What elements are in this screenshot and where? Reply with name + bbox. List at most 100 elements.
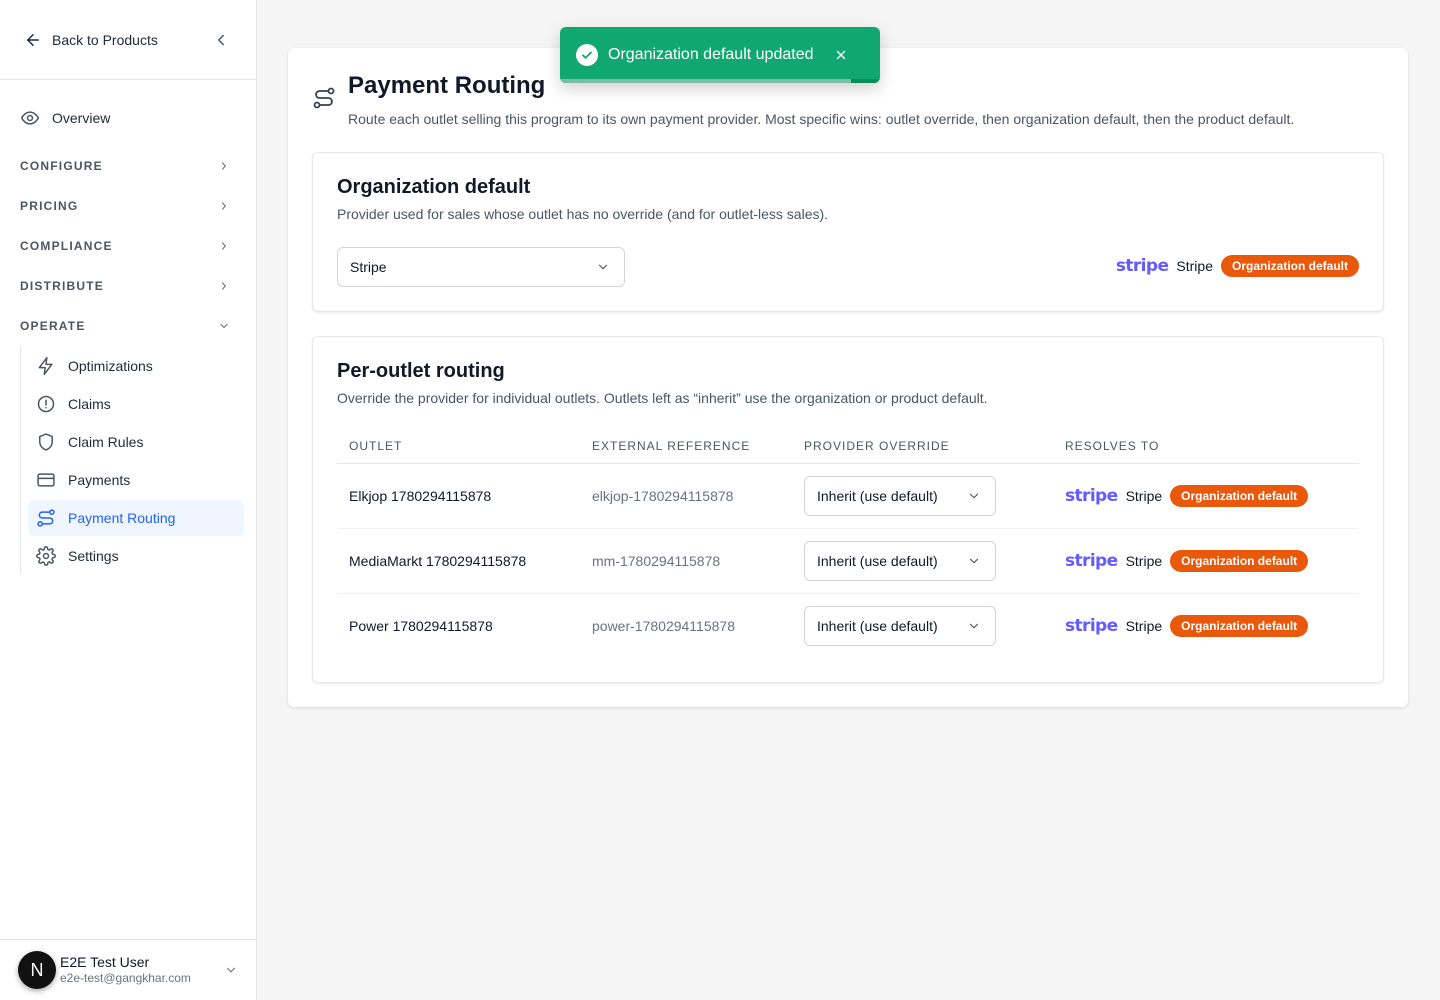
section-label: CONFIGURE xyxy=(20,159,103,173)
lightning-icon xyxy=(38,356,53,376)
sidebar-item-label: Payment Routing xyxy=(68,510,176,526)
section-distribute[interactable]: DISTRIBUTE xyxy=(0,266,256,306)
sidebar-item-settings[interactable]: Settings xyxy=(28,538,244,574)
select-value: Inherit (use default) xyxy=(817,552,938,569)
page-description: Route each outlet selling this program t… xyxy=(348,111,1295,127)
table-header-row: OUTLET EXTERNAL REFERENCE PROVIDER OVERR… xyxy=(337,429,1359,464)
section-configure[interactable]: CONFIGURE xyxy=(0,146,256,186)
shield-icon xyxy=(39,433,53,451)
sidebar-item-label: Optimizations xyxy=(68,358,153,374)
chevron-down-icon xyxy=(220,323,228,329)
user-info: E2E Test User e2e-test@gangkhar.com xyxy=(60,953,191,987)
close-icon[interactable] xyxy=(834,48,848,62)
stripe-logo: stripe xyxy=(1065,550,1118,571)
resolved-provider: stripe Stripe Organization default xyxy=(1065,614,1347,637)
section-pricing[interactable]: PRICING xyxy=(0,186,256,226)
back-to-products-link[interactable]: Back to Products xyxy=(24,31,158,49)
check-circle-icon xyxy=(576,44,598,66)
chevron-down-icon[interactable] xyxy=(224,963,238,977)
section-compliance[interactable]: COMPLIANCE xyxy=(0,226,256,266)
route-icon xyxy=(37,509,55,527)
toast-progress-bar xyxy=(560,79,852,83)
section-label: DISTRIBUTE xyxy=(20,279,104,293)
per-outlet-description: Override the provider for individual out… xyxy=(337,390,988,406)
credit-card-icon xyxy=(37,473,55,487)
provider-name: Stripe xyxy=(1125,552,1163,569)
sidebar-item-overview[interactable]: Overview xyxy=(0,100,256,136)
sidebar-item-payment-routing[interactable]: Payment Routing xyxy=(28,500,244,536)
column-header-outlet: OUTLET xyxy=(337,429,580,464)
gear-icon xyxy=(36,546,56,566)
outlet-routing-table: OUTLET EXTERNAL REFERENCE PROVIDER OVERR… xyxy=(337,429,1359,658)
section-label: OPERATE xyxy=(20,319,86,333)
page-title: Payment Routing xyxy=(348,72,546,99)
status-badge: Organization default xyxy=(1170,549,1309,572)
override-cell: Inherit (use default) xyxy=(792,593,1053,658)
section-label: COMPLIANCE xyxy=(20,239,113,253)
sidebar-item-label: Payments xyxy=(68,472,131,488)
provider-override-select[interactable]: Inherit (use default) xyxy=(804,605,996,646)
per-outlet-title: Per-outlet routing xyxy=(337,360,505,382)
sidebar-item-label: Claim Rules xyxy=(68,434,144,450)
sidebar-item-claim-rules[interactable]: Claim Rules xyxy=(28,424,244,460)
outlet-name: Power 1780294115878 xyxy=(349,617,493,634)
section-label: PRICING xyxy=(20,199,79,213)
external-reference: power-1780294115878 xyxy=(592,617,735,634)
organization-default-card: Organization default Provider used for s… xyxy=(312,152,1384,312)
provider-name: Stripe xyxy=(1176,258,1213,274)
override-cell: Inherit (use default) xyxy=(792,528,1053,594)
resolved-provider: stripe Stripe Organization default xyxy=(1065,484,1347,507)
chevron-right-icon xyxy=(221,162,227,170)
per-outlet-routing-card: Per-outlet routing Override the provider… xyxy=(312,336,1384,683)
back-to-products-label: Back to Products xyxy=(52,31,158,48)
collapse-sidebar-chevron-left-icon[interactable] xyxy=(212,31,230,49)
sidebar-item-label: Overview xyxy=(52,110,111,126)
stripe-logo: stripe xyxy=(1115,256,1169,276)
resolves-to-cell: stripe Stripe Organization default xyxy=(1053,463,1359,529)
provider-name: Stripe xyxy=(1125,617,1163,634)
sidebar-item-label: Claims xyxy=(68,396,111,412)
resolves-to-cell: stripe Stripe Organization default xyxy=(1053,593,1359,658)
sidebar-item-label: Settings xyxy=(68,548,119,564)
table-row: MediaMarkt 1780294115878 mm-178029411587… xyxy=(337,528,1359,594)
chevron-down-icon xyxy=(969,558,979,563)
avatar: N xyxy=(18,951,56,989)
chevron-down-icon xyxy=(969,493,979,498)
outlet-name: MediaMarkt 1780294115878 xyxy=(337,528,580,594)
column-header-provider-override: PROVIDER OVERRIDE xyxy=(792,429,1053,464)
sidebar: Back to Products Overview CONFIGURE PRIC… xyxy=(0,0,257,1000)
chevron-down-icon xyxy=(598,264,608,270)
chevron-right-icon xyxy=(221,282,227,290)
sidebar-item-payments[interactable]: Payments xyxy=(28,462,244,498)
sidebar-item-claims[interactable]: Claims xyxy=(28,386,244,422)
organization-resolved-provider: stripe Stripe Organization default xyxy=(1116,255,1359,277)
external-reference: elkjop-1780294115878 xyxy=(580,463,792,529)
main-panel: Payment Routing Route each outlet sellin… xyxy=(288,48,1408,707)
select-value: Stripe xyxy=(350,259,387,275)
user-name: E2E Test User xyxy=(60,954,150,971)
alert-circle-icon xyxy=(37,395,55,413)
eye-icon xyxy=(20,111,40,125)
toast-message: Organization default updated xyxy=(608,46,814,63)
organization-provider-select[interactable]: Stripe xyxy=(337,247,625,287)
column-header-resolves-to: RESOLVES TO xyxy=(1053,429,1359,464)
sidebar-header: Back to Products xyxy=(0,0,256,80)
table-row: Elkjop 1780294115878 elkjop-178029411587… xyxy=(337,463,1359,529)
status-badge: Organization default xyxy=(1220,255,1359,277)
success-toast: Organization default updated xyxy=(560,27,880,83)
section-operate[interactable]: OPERATE xyxy=(0,306,256,346)
outlet-name: Elkjop 1780294115878 xyxy=(337,463,580,529)
provider-override-select[interactable]: Inherit (use default) xyxy=(804,540,996,581)
chevron-right-icon xyxy=(221,242,227,250)
override-cell: Inherit (use default) xyxy=(792,463,1053,529)
provider-override-select[interactable]: Inherit (use default) xyxy=(804,475,996,516)
provider-name: Stripe xyxy=(1125,487,1163,504)
select-value: Inherit (use default) xyxy=(817,487,938,504)
sidebar-item-optimizations[interactable]: Optimizations xyxy=(28,348,244,384)
operate-submenu: Optimizations Claims Claim Rules Payment… xyxy=(20,346,244,574)
user-menu[interactable]: N E2E Test User e2e-test@gangkhar.com xyxy=(0,939,256,1000)
status-badge: Organization default xyxy=(1170,484,1309,507)
column-header-external-reference: EXTERNAL REFERENCE xyxy=(580,429,792,464)
select-value: Inherit (use default) xyxy=(817,617,938,634)
organization-default-description: Provider used for sales whose outlet has… xyxy=(337,206,829,222)
